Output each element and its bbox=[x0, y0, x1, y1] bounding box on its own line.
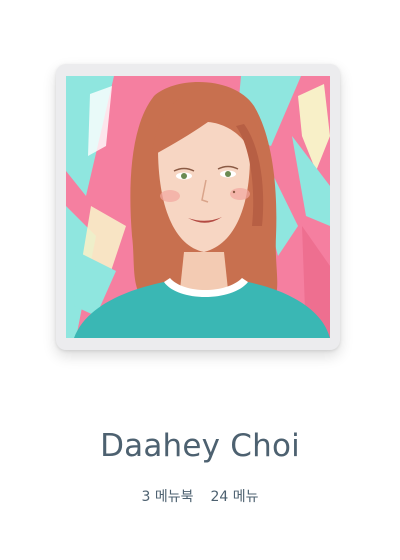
menus-label[interactable]: 메뉴 bbox=[233, 486, 259, 506]
menus-count: 24 bbox=[210, 489, 229, 505]
avatar-card[interactable] bbox=[56, 64, 340, 350]
profile-name: Daahey Choi bbox=[100, 428, 300, 464]
avatar-portrait bbox=[66, 76, 330, 338]
books-label[interactable]: 메뉴북 bbox=[155, 486, 194, 506]
profile-stats: 3 메뉴북 24 메뉴 bbox=[0, 486, 400, 506]
books-count: 3 bbox=[141, 489, 151, 505]
